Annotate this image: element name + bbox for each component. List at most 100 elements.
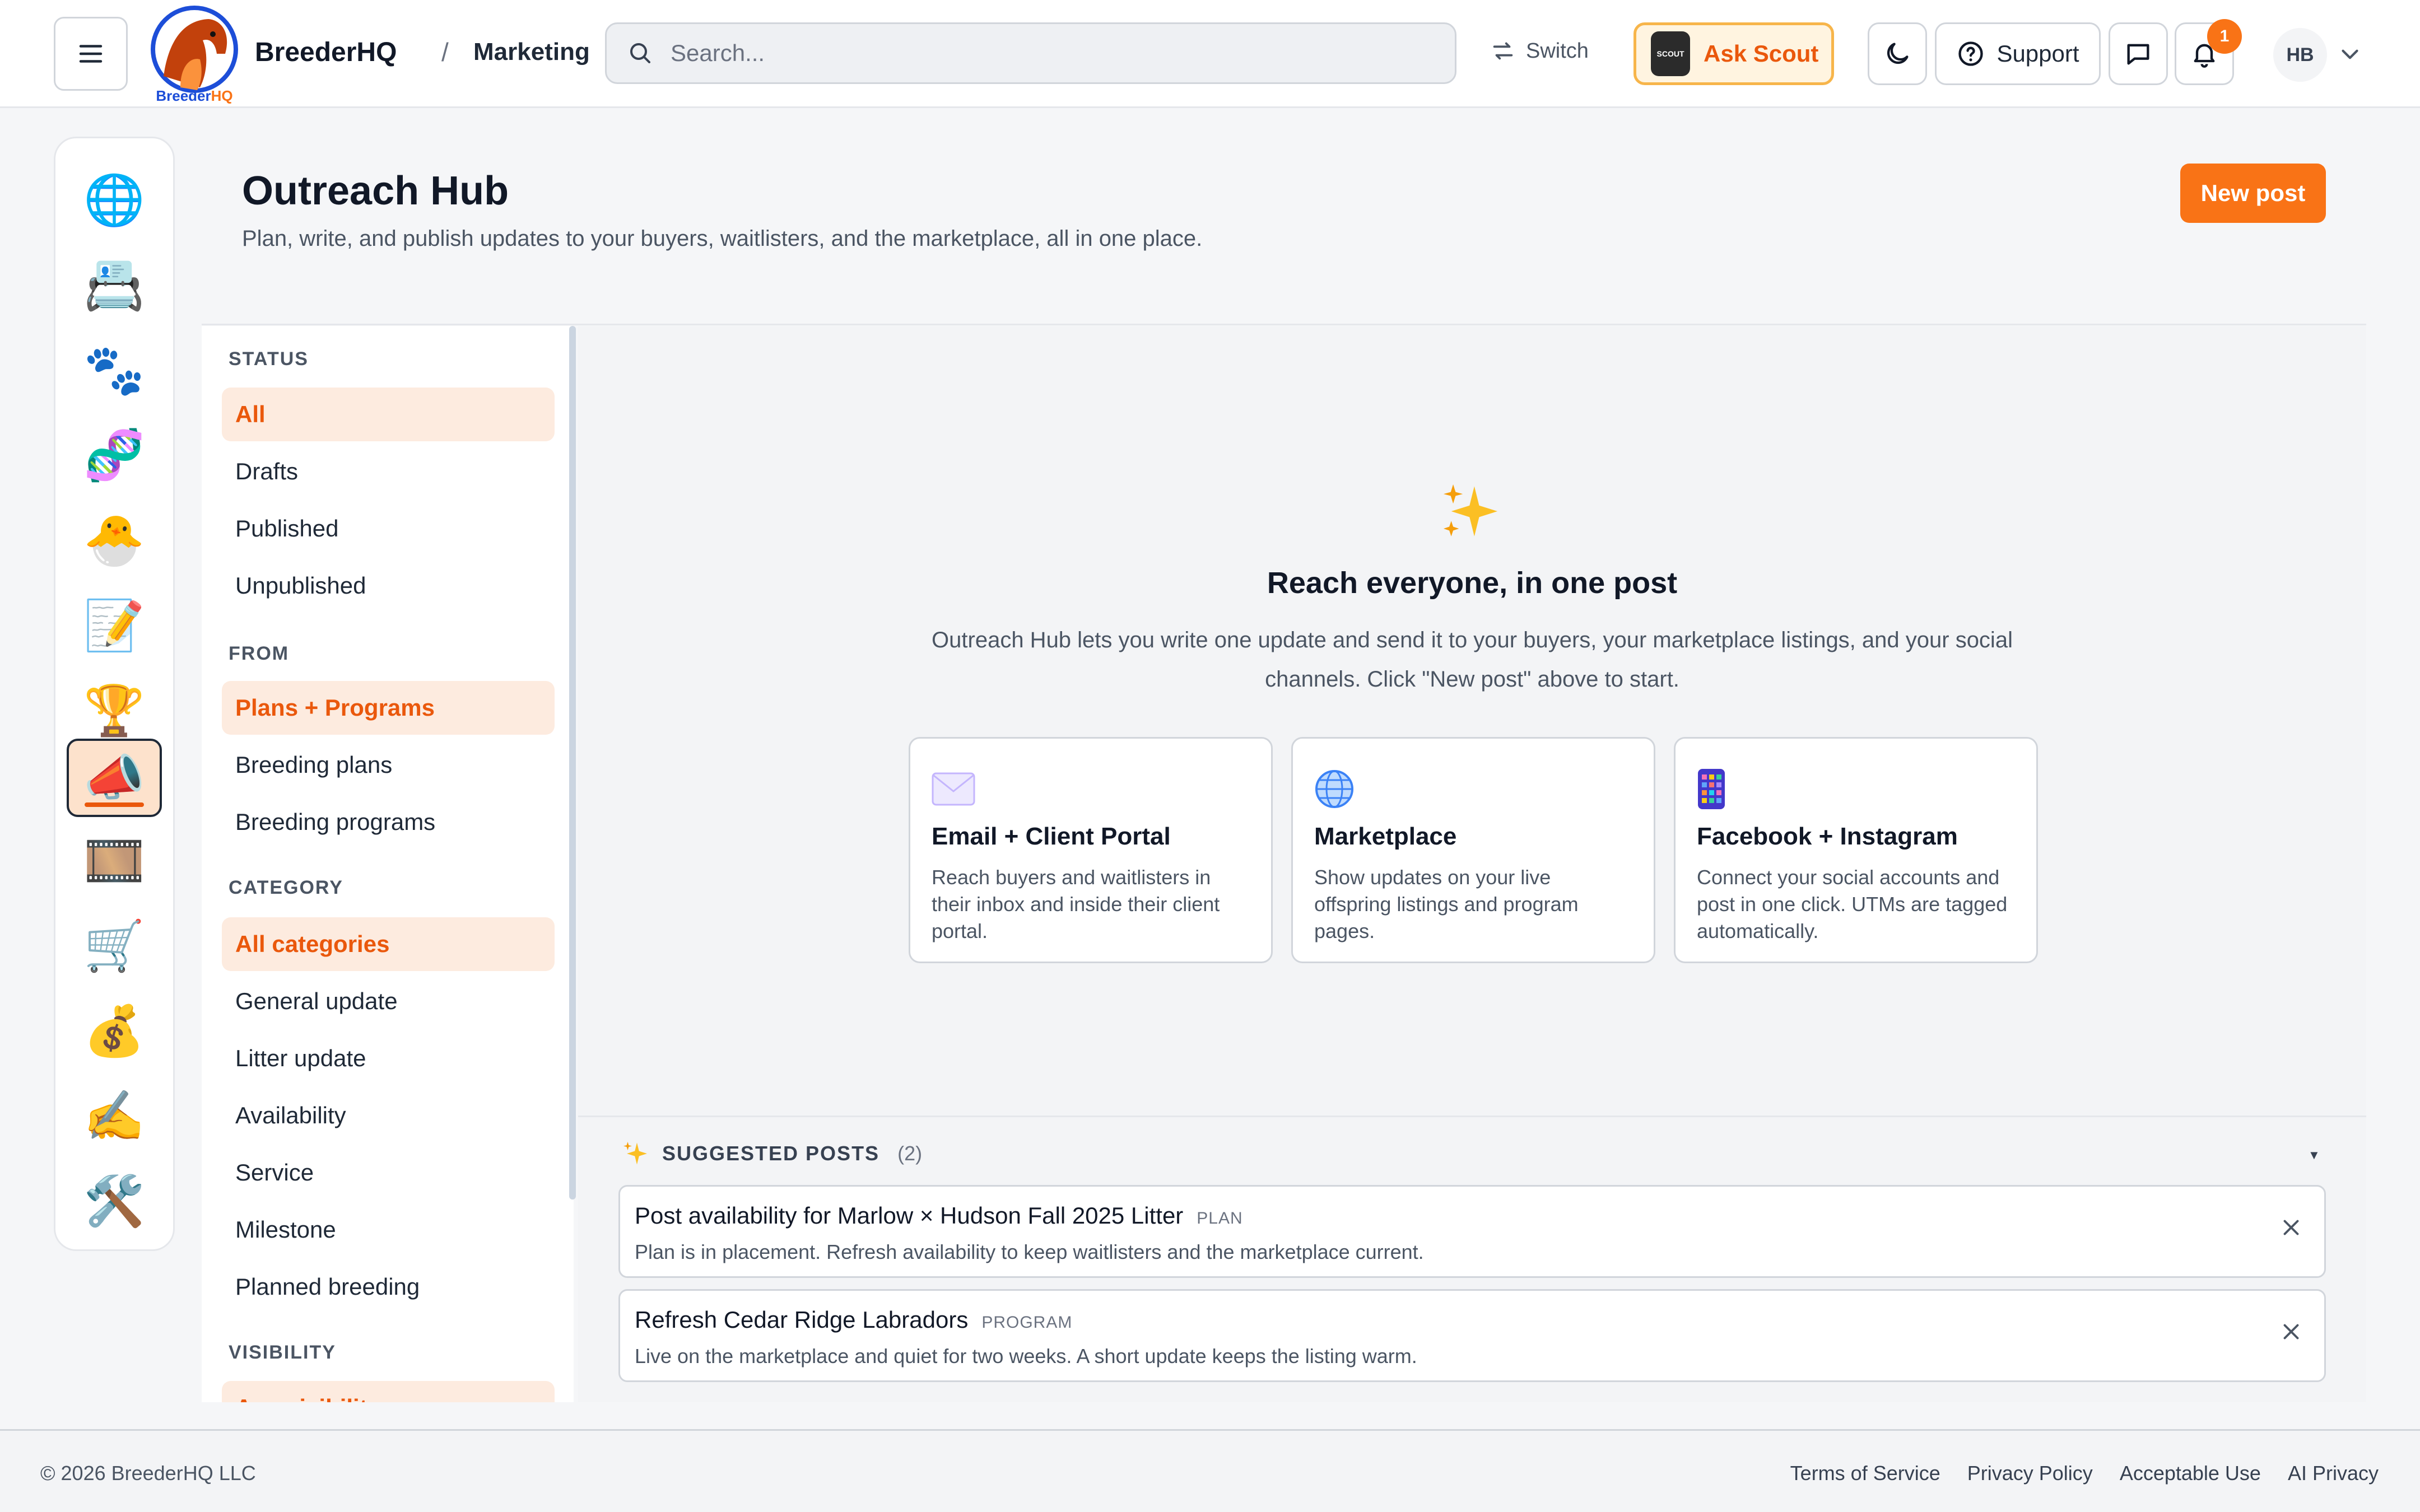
suggested-post-description: Live on the marketplace and quiet for tw…	[635, 1345, 1417, 1368]
swap-arrows-icon	[1493, 42, 1513, 60]
suggested-post-tag: PLAN	[1197, 1209, 1243, 1228]
filter-category-general[interactable]: General update	[222, 974, 555, 1028]
ask-scout-label: Ask Scout	[1704, 40, 1819, 67]
dna-icon: 🧬	[83, 427, 145, 483]
envelope-icon	[932, 767, 976, 811]
suggested-posts-header[interactable]: SUGGESTED POSTS (2)	[622, 1140, 922, 1167]
app-rail: 🌐 📇 🐾 🧬 🐣 📝 🏆 📣 🎞️ 🛒 💰 ✍️ 🛠️	[54, 137, 175, 1251]
messages-button[interactable]	[2109, 22, 2168, 85]
copyright-text: © 2026 BreederHQ LLC	[40, 1462, 256, 1485]
globe-icon	[1314, 767, 1359, 811]
menu-button[interactable]	[54, 17, 128, 91]
category-heading: CATEGORY	[229, 877, 343, 898]
signature-icon: ✍️	[83, 1088, 145, 1144]
filter-category-all[interactable]: All categories	[222, 917, 555, 971]
filter-status-unpublished[interactable]: Unpublished	[222, 559, 555, 613]
visibility-heading: VISIBILITY	[229, 1342, 336, 1363]
filter-from-plans-programs[interactable]: Plans + Programs	[222, 681, 555, 735]
suggested-posts-count: (2)	[897, 1142, 923, 1165]
rail-item-contracts[interactable]: ✍️	[67, 1077, 162, 1155]
rail-item-calendar[interactable]: 📇	[67, 246, 162, 324]
rail-item-finance[interactable]: 💰	[67, 992, 162, 1070]
notification-badge: 1	[2207, 19, 2242, 54]
phone-icon	[1697, 767, 1742, 811]
channel-card-social[interactable]: Facebook + Instagram Connect your social…	[1674, 737, 2038, 963]
breadcrumb-separator: /	[441, 38, 449, 67]
suggested-post-description: Plan is in placement. Refresh availabili…	[635, 1240, 1424, 1263]
filter-status-published[interactable]: Published	[222, 502, 555, 556]
search-input[interactable]	[671, 40, 1399, 67]
rail-item-store[interactable]: 🛒	[67, 907, 162, 985]
brand-logo[interactable]: BreederHQ	[147, 3, 242, 104]
close-icon[interactable]	[2278, 1319, 2304, 1345]
rail-item-genetics[interactable]: 🧬	[67, 416, 162, 494]
filter-category-litter[interactable]: Litter update	[222, 1032, 555, 1085]
moon-icon	[1887, 43, 1909, 64]
filter-category-availability[interactable]: Availability	[222, 1089, 555, 1142]
channel-title: Email + Client Portal	[932, 823, 1171, 850]
breadcrumb-current[interactable]: Marketing	[473, 38, 590, 66]
rail-item-awards[interactable]: 🏆	[67, 671, 162, 750]
ask-scout-button[interactable]: SCOUT Ask Scout	[1634, 22, 1834, 85]
filter-status-drafts[interactable]: Drafts	[222, 445, 555, 498]
sparkles-icon	[623, 1142, 647, 1165]
close-icon[interactable]	[2278, 1215, 2304, 1240]
hamburger-icon	[79, 45, 103, 63]
filter-status-all[interactable]: All	[222, 388, 555, 441]
channel-title: Facebook + Instagram	[1697, 823, 1958, 850]
channel-card-email[interactable]: Email + Client Portal Reach buyers and w…	[909, 737, 1273, 963]
empty-state-description: Outreach Hub lets you write one update a…	[932, 628, 2013, 692]
filter-from-breeding-plans[interactable]: Breeding plans	[222, 738, 555, 792]
filter-scrollbar[interactable]	[569, 326, 576, 1200]
filter-category-milestone[interactable]: Milestone	[222, 1203, 555, 1257]
chevron-down-icon[interactable]	[2336, 40, 2364, 68]
footer-links: Terms of Service Privacy Policy Acceptab…	[1790, 1462, 2379, 1485]
acceptable-use-link[interactable]: Acceptable Use	[2120, 1462, 2261, 1485]
search-icon	[630, 43, 650, 63]
channel-title: Marketplace	[1314, 823, 1457, 850]
filter-panel: STATUS All Drafts Published Unpublished …	[202, 326, 574, 1402]
page-title: Outreach Hub	[242, 169, 509, 213]
page-subtitle: Plan, write, and publish updates to your…	[242, 226, 1203, 251]
filter-category-service[interactable]: Service	[222, 1146, 555, 1200]
brand-name[interactable]: BreederHQ	[255, 37, 397, 68]
switch-button[interactable]: Switch	[1490, 38, 1589, 64]
filter-category-planned[interactable]: Planned breeding	[222, 1260, 555, 1314]
terms-link[interactable]: Terms of Service	[1790, 1462, 1940, 1485]
rail-item-animals[interactable]: 🐾	[67, 331, 162, 409]
rail-item-documents[interactable]: 📝	[67, 586, 162, 665]
chat-bubble-icon	[2127, 44, 2149, 65]
privacy-link[interactable]: Privacy Policy	[1967, 1462, 2093, 1485]
support-button[interactable]: Support	[1935, 22, 2101, 85]
channel-description: Connect your social accounts and post in…	[1697, 866, 2008, 942]
rail-item-media[interactable]: 🎞️	[67, 822, 162, 900]
film-icon: 🎞️	[83, 832, 145, 888]
help-circle-icon	[1958, 41, 1984, 66]
top-bar: BreederHQ BreederHQ / Marketing Switch S…	[0, 0, 2420, 108]
new-post-button[interactable]: New post	[2180, 164, 2326, 223]
scout-badge-icon: SCOUT	[1651, 31, 1690, 76]
suggested-post-title: Post availability for Marlow × Hudson Fa…	[635, 1202, 1184, 1229]
suggested-post-tag: PROGRAM	[981, 1313, 1073, 1332]
suggested-posts-title: SUGGESTED POSTS	[662, 1142, 880, 1165]
avatar[interactable]: HB	[2273, 28, 2327, 82]
suggested-post-card[interactable]: Post availability for Marlow × Hudson Fa…	[618, 1185, 2326, 1278]
from-heading: FROM	[229, 643, 290, 664]
suggested-post-card[interactable]: Refresh Cedar Ridge Labradors PROGRAM Li…	[618, 1289, 2326, 1382]
search-bar[interactable]	[605, 22, 1456, 84]
rail-item-globe[interactable]: 🌐	[67, 161, 162, 239]
dark-mode-toggle[interactable]	[1868, 22, 1927, 85]
filter-visibility-any[interactable]: Any visibility	[222, 1381, 555, 1402]
collapse-caret-icon[interactable]: ▼	[2308, 1148, 2320, 1163]
megaphone-icon: 📣	[83, 749, 145, 805]
rail-item-marketing[interactable]: 📣	[67, 739, 162, 817]
rail-item-litters[interactable]: 🐣	[67, 501, 162, 580]
cart-icon: 🛒	[83, 917, 145, 973]
channel-card-marketplace[interactable]: Marketplace Show updates on your live of…	[1291, 737, 1655, 963]
globe-icon: 🌐	[83, 171, 145, 227]
rail-item-settings[interactable]: 🛠️	[67, 1162, 162, 1240]
divider	[202, 324, 2366, 325]
filter-from-breeding-programs[interactable]: Breeding programs	[222, 795, 555, 849]
document-icon: 📝	[83, 597, 145, 653]
ai-privacy-link[interactable]: AI Privacy	[2288, 1462, 2379, 1485]
